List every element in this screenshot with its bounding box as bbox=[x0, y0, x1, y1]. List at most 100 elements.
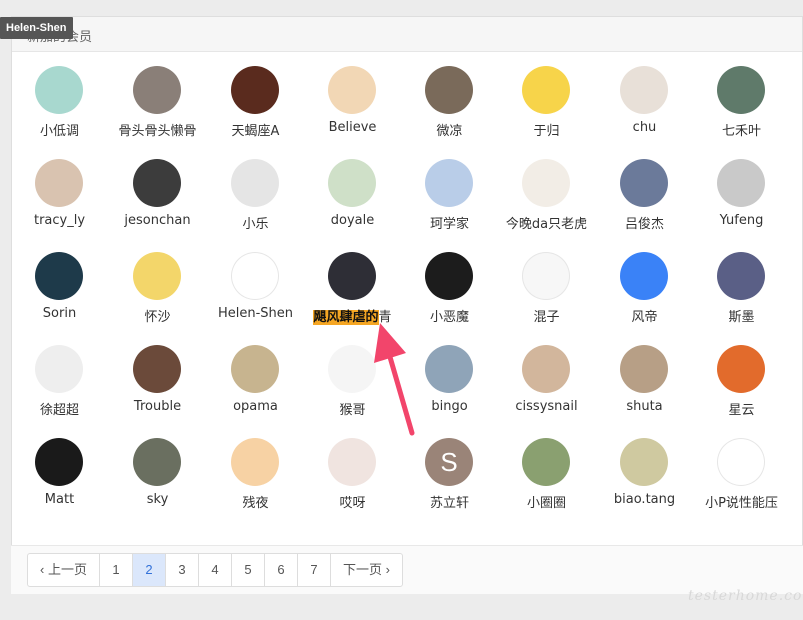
member-item[interactable]: 小低调 bbox=[11, 66, 108, 159]
member-name[interactable]: 苏立轩 bbox=[401, 492, 498, 511]
member-item[interactable]: 吕俊杰 bbox=[596, 159, 693, 252]
avatar[interactable] bbox=[425, 159, 473, 207]
member-name[interactable]: cissysnail bbox=[498, 399, 595, 414]
avatar[interactable] bbox=[35, 438, 83, 486]
member-item[interactable]: opama bbox=[207, 345, 304, 438]
avatar[interactable] bbox=[328, 159, 376, 207]
avatar[interactable] bbox=[717, 159, 765, 207]
member-name[interactable]: 天蝎座A bbox=[207, 120, 304, 139]
avatar[interactable] bbox=[425, 66, 473, 114]
member-name[interactable]: 斯墨 bbox=[693, 306, 790, 325]
member-item[interactable]: 今晚da只老虎 bbox=[498, 159, 595, 252]
member-item[interactable]: cissysnail bbox=[498, 345, 595, 438]
member-item[interactable]: 小圈圈 bbox=[498, 438, 595, 531]
page-3-button[interactable]: 3 bbox=[164, 554, 198, 586]
member-item[interactable]: Helen-Shen bbox=[207, 252, 304, 345]
avatar[interactable] bbox=[717, 438, 765, 486]
member-name[interactable]: 吕俊杰 bbox=[596, 213, 693, 232]
member-item[interactable]: Trouble bbox=[109, 345, 206, 438]
avatar[interactable] bbox=[35, 159, 83, 207]
page-5-button[interactable]: 5 bbox=[230, 554, 264, 586]
member-item[interactable]: Matt bbox=[11, 438, 108, 531]
member-item[interactable]: Yufeng bbox=[693, 159, 790, 252]
avatar[interactable] bbox=[717, 66, 765, 114]
member-item[interactable]: 珂学家 bbox=[401, 159, 498, 252]
avatar[interactable] bbox=[620, 345, 668, 393]
member-item[interactable]: 斯墨 bbox=[693, 252, 790, 345]
member-name[interactable]: 星云 bbox=[693, 399, 790, 418]
member-name[interactable]: 骨头骨头懒骨 bbox=[109, 120, 206, 139]
member-name[interactable]: Matt bbox=[11, 492, 108, 507]
avatar[interactable] bbox=[522, 66, 570, 114]
member-item[interactable]: 混子 bbox=[498, 252, 595, 345]
avatar[interactable] bbox=[133, 159, 181, 207]
member-name[interactable]: opama bbox=[207, 399, 304, 414]
member-name[interactable]: 今晚da只老虎 bbox=[498, 213, 595, 232]
page-2-button[interactable]: 2 bbox=[131, 554, 165, 586]
avatar[interactable] bbox=[522, 252, 570, 300]
member-item[interactable]: Sorin bbox=[11, 252, 108, 345]
member-name[interactable]: 哎呀 bbox=[304, 492, 401, 511]
member-name[interactable]: tracy_ly bbox=[11, 213, 108, 228]
avatar[interactable] bbox=[133, 66, 181, 114]
member-item[interactable]: 小P说性能压 bbox=[693, 438, 790, 531]
avatar[interactable] bbox=[231, 345, 279, 393]
member-name[interactable]: 混子 bbox=[498, 306, 595, 325]
avatar[interactable] bbox=[328, 438, 376, 486]
member-name[interactable]: 小P说性能压 bbox=[693, 492, 790, 511]
member-item[interactable]: 小乐 bbox=[207, 159, 304, 252]
member-item[interactable]: 残夜 bbox=[207, 438, 304, 531]
avatar[interactable] bbox=[328, 252, 376, 300]
member-item[interactable]: S 苏立轩 bbox=[401, 438, 498, 531]
member-name[interactable]: 珂学家 bbox=[401, 213, 498, 232]
avatar[interactable] bbox=[133, 252, 181, 300]
page-7-button[interactable]: 7 bbox=[296, 554, 330, 586]
member-name[interactable]: 微凉 bbox=[401, 120, 498, 139]
avatar[interactable] bbox=[133, 438, 181, 486]
member-item[interactable]: tracy_ly bbox=[11, 159, 108, 252]
member-item[interactable]: 哎呀 bbox=[304, 438, 401, 531]
member-item[interactable]: 于归 bbox=[498, 66, 595, 159]
avatar[interactable] bbox=[231, 66, 279, 114]
member-item[interactable]: chu bbox=[596, 66, 693, 159]
member-name[interactable]: 风帝 bbox=[596, 306, 693, 325]
avatar[interactable] bbox=[620, 66, 668, 114]
member-name[interactable]: 小圈圈 bbox=[498, 492, 595, 511]
member-name[interactable]: biao.tang bbox=[596, 492, 693, 507]
member-item[interactable]: biao.tang bbox=[596, 438, 693, 531]
member-item[interactable]: jesonchan bbox=[109, 159, 206, 252]
member-item[interactable]: Believe bbox=[304, 66, 401, 159]
avatar[interactable] bbox=[620, 438, 668, 486]
avatar[interactable] bbox=[35, 252, 83, 300]
avatar[interactable] bbox=[522, 159, 570, 207]
avatar[interactable]: S bbox=[425, 438, 473, 486]
avatar[interactable] bbox=[620, 159, 668, 207]
member-name[interactable]: 于归 bbox=[498, 120, 595, 139]
avatar[interactable] bbox=[620, 252, 668, 300]
avatar[interactable] bbox=[425, 252, 473, 300]
member-item[interactable]: 星云 bbox=[693, 345, 790, 438]
page-1-button[interactable]: 1 bbox=[98, 554, 132, 586]
member-name[interactable]: jesonchan bbox=[109, 213, 206, 228]
member-name[interactable]: 七禾叶 bbox=[693, 120, 790, 139]
member-item[interactable]: 徐超超 bbox=[11, 345, 108, 438]
page-6-button[interactable]: 6 bbox=[263, 554, 297, 586]
avatar[interactable] bbox=[328, 66, 376, 114]
member-item[interactable]: shuta bbox=[596, 345, 693, 438]
member-name[interactable]: 徐超超 bbox=[11, 399, 108, 418]
member-item[interactable]: sky bbox=[109, 438, 206, 531]
member-item[interactable]: 天蝎座A bbox=[207, 66, 304, 159]
avatar[interactable] bbox=[35, 66, 83, 114]
member-name[interactable]: Sorin bbox=[11, 306, 108, 321]
avatar[interactable] bbox=[717, 252, 765, 300]
avatar[interactable] bbox=[231, 252, 279, 300]
member-name[interactable]: sky bbox=[109, 492, 206, 507]
member-name[interactable]: 小乐 bbox=[207, 213, 304, 232]
member-name[interactable]: Trouble bbox=[109, 399, 206, 414]
member-item[interactable]: 微凉 bbox=[401, 66, 498, 159]
member-name[interactable]: 小低调 bbox=[11, 120, 108, 139]
avatar[interactable] bbox=[231, 159, 279, 207]
member-item[interactable]: 七禾叶 bbox=[693, 66, 790, 159]
member-name[interactable]: shuta bbox=[596, 399, 693, 414]
member-item[interactable]: 骨头骨头懒骨 bbox=[109, 66, 206, 159]
